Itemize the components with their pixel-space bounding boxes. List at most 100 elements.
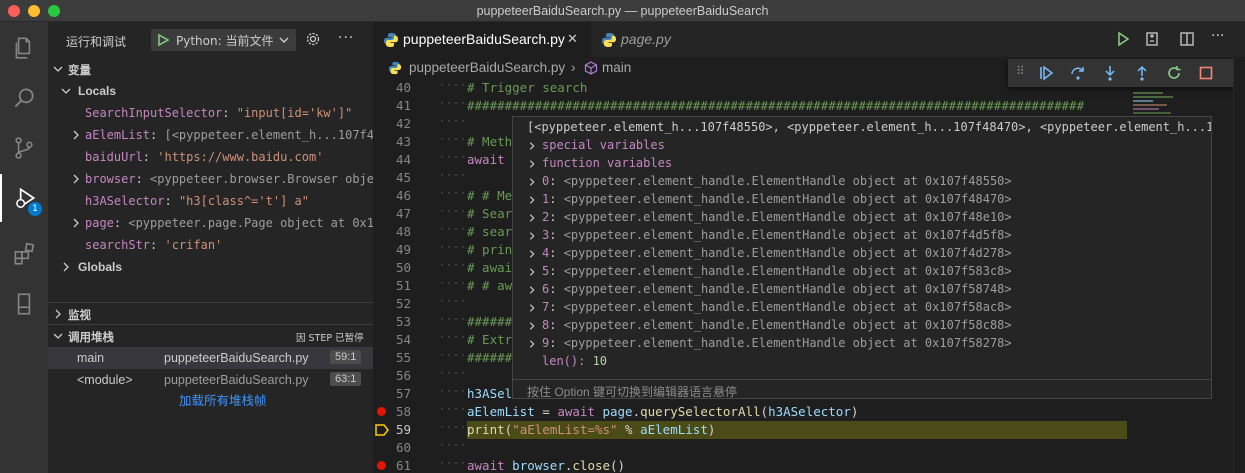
- launch-config-select[interactable]: Python: 当前文件: [151, 29, 296, 51]
- code-line[interactable]: 61 ···· await browser.close(): [373, 457, 1245, 473]
- stop-icon[interactable]: [1198, 65, 1214, 81]
- code-line[interactable]: 59 ···· print("aElemList=%s" % aElemList): [373, 421, 1245, 439]
- stack-frame[interactable]: <module> puppeteerBaiduSearch.py 63:1: [48, 369, 373, 391]
- variable-entry: browser: <pyppeteer.browser.Browser obje…: [85, 172, 373, 186]
- hover-item-row[interactable]: 2: <pyppeteer.element_handle.ElementHand…: [513, 209, 1211, 227]
- drag-handle-icon[interactable]: ⠿: [1016, 64, 1025, 78]
- breadcrumb-file[interactable]: puppeteerBaiduSearch.py: [409, 60, 565, 75]
- line-number: 53: [395, 314, 411, 329]
- indent-guide: ····: [439, 206, 468, 217]
- indent-guide: ····: [439, 386, 468, 397]
- code-token: print: [467, 422, 505, 437]
- hover-item-row[interactable]: 4: <pyppeteer.element_handle.ElementHand…: [513, 245, 1211, 263]
- start-debug-icon[interactable]: [156, 33, 170, 47]
- load-all-stack-frames-link[interactable]: 加载所有堆栈帧: [179, 390, 267, 409]
- step-out-icon[interactable]: [1134, 65, 1150, 81]
- continue-icon[interactable]: [1038, 65, 1054, 81]
- variable-entry: h3ASelector: "h3[class^='t'] a": [85, 194, 309, 208]
- variables-section-header[interactable]: 变量: [48, 58, 373, 80]
- variable-row[interactable]: browser: <pyppeteer.browser.Browser obje…: [48, 168, 373, 190]
- chevron-down-icon: [279, 37, 289, 43]
- hover-item-row[interactable]: 3: <pyppeteer.element_handle.ElementHand…: [513, 227, 1211, 245]
- run-file-icon[interactable]: [1115, 31, 1131, 47]
- line-number: 54: [395, 332, 411, 347]
- code-line[interactable]: 60 ····: [373, 439, 1245, 457]
- hover-item-row[interactable]: 7: <pyppeteer.element_handle.ElementHand…: [513, 299, 1211, 317]
- run-debug-icon[interactable]: 1: [0, 174, 48, 222]
- hover-len-label: len():: [542, 354, 593, 368]
- chevron-down-icon: [53, 333, 63, 339]
- line-number: 43: [395, 134, 411, 149]
- hover-item-row[interactable]: 1: <pyppeteer.element_handle.ElementHand…: [513, 191, 1211, 209]
- hover-group-row[interactable]: function variables: [513, 155, 1211, 173]
- open-changes-icon[interactable]: [1144, 31, 1160, 47]
- source-control-icon[interactable]: [0, 124, 48, 172]
- variable-row[interactable]: page: <pyppeteer.page.Page object at 0x1…: [48, 212, 373, 234]
- step-into-icon[interactable]: [1102, 65, 1118, 81]
- variable-row[interactable]: SearchInputSelector: "input[id='kw']": [48, 102, 373, 124]
- step-over-icon[interactable]: [1070, 65, 1086, 81]
- line-number: 59: [395, 422, 411, 437]
- hover-item-row[interactable]: 6: <pyppeteer.element_handle.ElementHand…: [513, 281, 1211, 299]
- hover-item-type: <pyppeteer.element_handle.ElementHandle …: [563, 246, 925, 260]
- code-line[interactable]: 58 ···· aElemList = await page.querySelect…: [373, 403, 1245, 421]
- code-token: (): [610, 458, 626, 473]
- tab-puppeteerbaidusearch[interactable]: puppeteerBaiduSearch.py ✕: [373, 22, 591, 57]
- hover-item-entry: 5: <pyppeteer.element_handle.ElementHand…: [542, 264, 1012, 278]
- watch-section-header[interactable]: 监视: [48, 303, 373, 325]
- variable-name: page: [85, 216, 114, 230]
- close-icon[interactable]: ✕: [567, 32, 578, 47]
- tab-page-py[interactable]: page.py: [591, 22, 701, 57]
- hover-item-address: 0x107f583c8: [924, 264, 1005, 278]
- variable-row[interactable]: searchStr: 'crifan': [48, 234, 373, 256]
- gear-icon[interactable]: [305, 31, 321, 47]
- hover-item-row[interactable]: 9: <pyppeteer.element_handle.ElementHand…: [513, 335, 1211, 353]
- locals-scope[interactable]: Locals: [48, 80, 373, 102]
- more-actions-icon[interactable]: ···: [1211, 28, 1224, 44]
- restart-icon[interactable]: [1166, 65, 1182, 81]
- split-editor-icon[interactable]: [1179, 31, 1195, 47]
- indent-guide: ····: [439, 458, 468, 469]
- code-text: aElemList = await page.querySelectorAll(…: [467, 404, 858, 419]
- hover-item-type: <pyppeteer.element_handle.ElementHandle …: [563, 228, 925, 242]
- variable-row[interactable]: h3ASelector: "h3[class^='t'] a": [48, 190, 373, 212]
- indent-guide: ····: [439, 80, 468, 91]
- hover-item-row[interactable]: 5: <pyppeteer.element_handle.ElementHand…: [513, 263, 1211, 281]
- code-token: =: [534, 404, 558, 419]
- line-number: 55: [395, 350, 411, 365]
- python-file-icon: [388, 61, 402, 75]
- explorer-icon[interactable]: [0, 24, 48, 72]
- breadcrumb-symbol[interactable]: main: [602, 60, 631, 75]
- hover-item-row[interactable]: 0: <pyppeteer.element_handle.ElementHand…: [513, 173, 1211, 191]
- chevron-right-icon: [529, 214, 535, 222]
- stack-frame[interactable]: main puppeteerBaiduSearch.py 59:1: [48, 347, 373, 369]
- editor-scrollbar[interactable]: [1233, 57, 1245, 473]
- hover-item-address: 0x107f48550: [924, 174, 1005, 188]
- variable-row[interactable]: aElemList: [<pyppeteer.element_h...107f4…: [48, 124, 373, 146]
- stack-frame-function: main: [77, 351, 105, 365]
- chevron-right-icon: [55, 309, 61, 319]
- search-icon[interactable]: [0, 74, 48, 122]
- code-text: # Trigger search: [467, 80, 588, 95]
- line-number: 58: [395, 404, 411, 419]
- separator: :: [150, 238, 165, 252]
- hover-item-entry: 9: <pyppeteer.element_handle.ElementHand…: [542, 336, 1012, 350]
- paused-status: 因 STEP 已暂停: [296, 333, 364, 344]
- hover-item-row[interactable]: 8: <pyppeteer.element_handle.ElementHand…: [513, 317, 1211, 335]
- chevron-right-icon: [73, 174, 79, 184]
- chevron-right-icon: [529, 286, 535, 294]
- code-line[interactable]: 41 ···· ##################################…: [373, 97, 1245, 115]
- indent-guide: ····: [439, 350, 468, 361]
- indent-guide: ····: [439, 98, 468, 109]
- hover-group-row[interactable]: special variables: [513, 137, 1211, 155]
- chevron-right-icon: [529, 340, 535, 348]
- extensions-icon[interactable]: [0, 230, 48, 278]
- hover-item-entry: 0: <pyppeteer.element_handle.ElementHand…: [542, 174, 1012, 188]
- more-actions-icon[interactable]: ···: [338, 30, 354, 46]
- globals-scope[interactable]: Globals: [48, 256, 373, 278]
- variable-row[interactable]: baiduUrl: 'https://www.baidu.com': [48, 146, 373, 168]
- testing-icon[interactable]: [0, 280, 48, 328]
- indent-guide: ····: [439, 278, 468, 289]
- code-text: h3ASel: [467, 386, 513, 401]
- code-token: "aElemList=%s": [512, 422, 618, 437]
